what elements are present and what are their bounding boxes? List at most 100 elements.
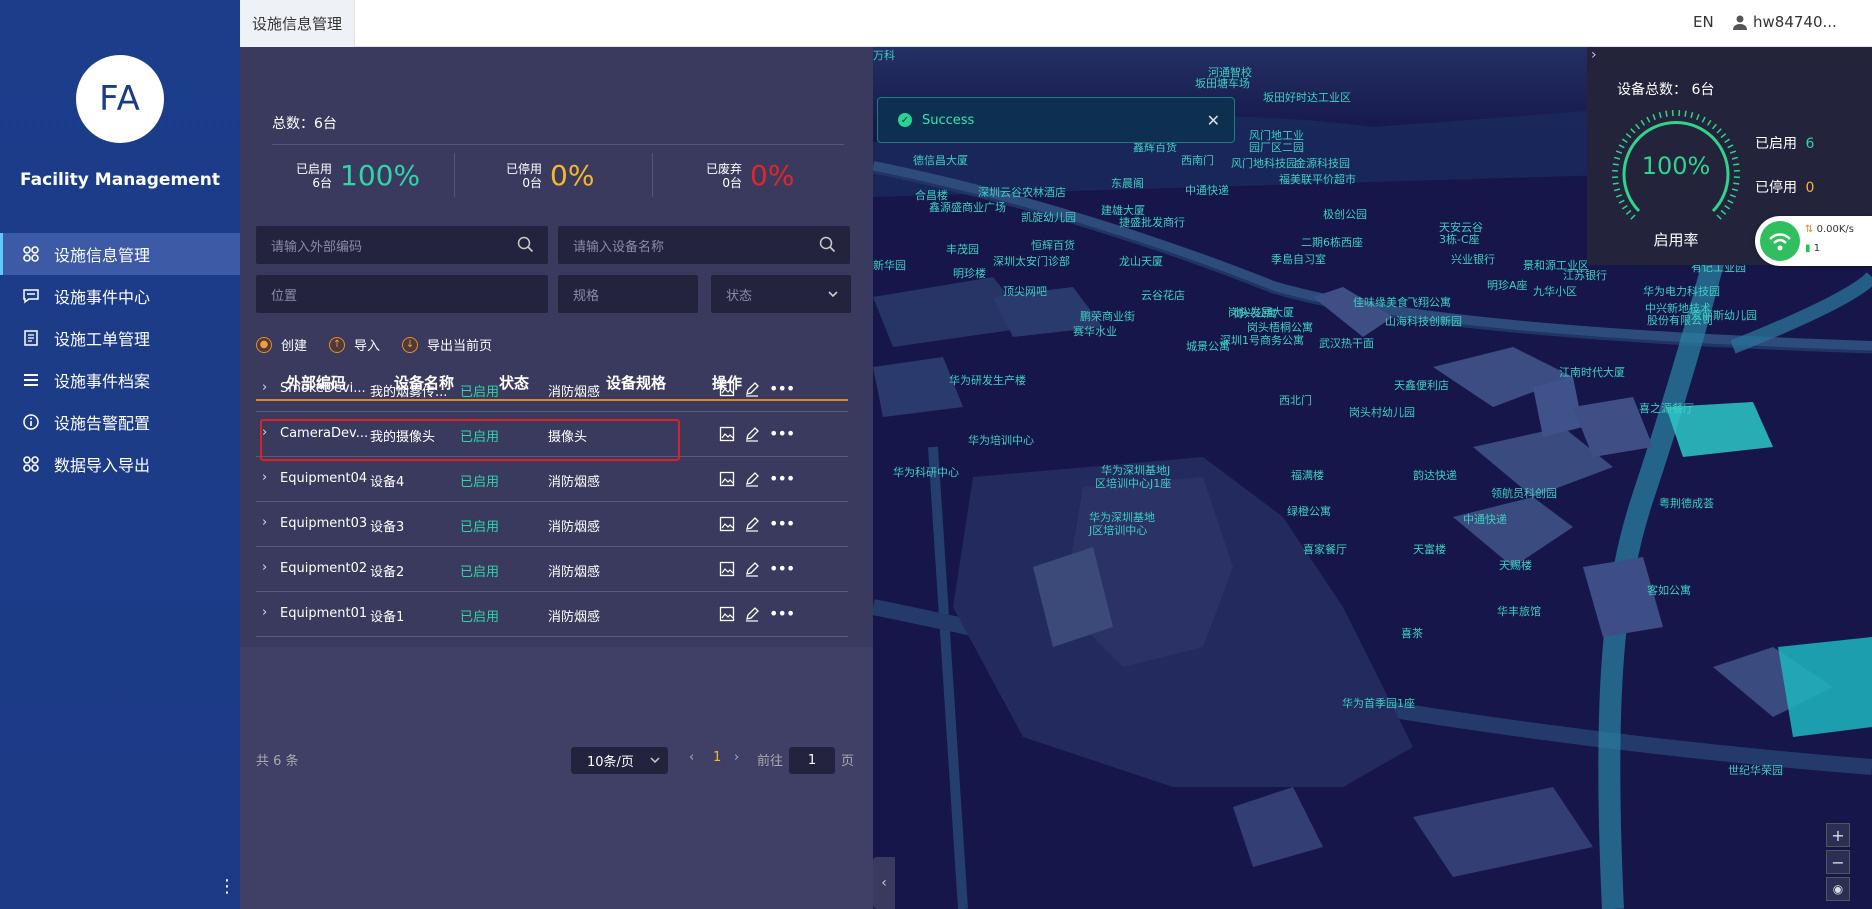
image-icon[interactable] (719, 561, 735, 577)
tab-facility-info[interactable]: 设施信息管理 (240, 0, 356, 47)
edit-icon[interactable] (744, 381, 760, 397)
gauge-tick (1630, 214, 1636, 220)
map-label: 韵达快递 (1413, 469, 1457, 482)
cell-spec: 消防烟感 (548, 610, 601, 625)
table-row[interactable]: › SmokeDevi... 我的烟雾传... 已启用 消防烟感 ••• (256, 367, 848, 412)
expand-icon[interactable]: › (262, 605, 267, 620)
gauge-tick (1720, 209, 1727, 215)
expand-icon[interactable]: › (262, 470, 267, 485)
more-icon[interactable]: ••• (769, 559, 795, 578)
location-input[interactable]: 位置 (256, 275, 548, 313)
close-icon[interactable]: ✕ (1207, 111, 1220, 130)
sidebar-item-data-import-export[interactable]: 数据导入导出 (0, 443, 240, 485)
image-icon[interactable] (719, 426, 735, 442)
search-icon[interactable] (819, 236, 836, 253)
goto-page-input[interactable]: 1 (789, 747, 835, 774)
page-number[interactable]: 1 (713, 750, 721, 765)
table-row[interactable]: › Equipment01 设备1 已启用 消防烟感 ••• (256, 592, 848, 637)
status-select[interactable]: 状态 (711, 275, 851, 313)
map-label: 坂田塘车场 (1195, 77, 1250, 90)
gauge-tick (1625, 133, 1632, 139)
external-code-search-input[interactable]: 请输入外部编码 (256, 226, 548, 264)
legend-label: 已启用 (1755, 136, 1797, 152)
gauge-tick (1630, 128, 1636, 134)
gauge-tick (1646, 116, 1651, 123)
wifi-icon (1760, 221, 1800, 261)
expand-icon[interactable]: › (262, 380, 267, 395)
toast-text: Success (922, 112, 975, 128)
sidebar-item-label: 数据导入导出 (54, 456, 151, 475)
gauge-tick (1621, 204, 1628, 210)
table-row[interactable]: › Equipment04 设备4 已启用 消防烟感 ••• (256, 457, 848, 502)
legend-value: 6 (1805, 136, 1815, 152)
network-speed: ⇅ 0.00K/s (1805, 224, 1854, 235)
chevron-right-icon[interactable]: › (1591, 47, 1597, 63)
map-label: 景和源工业区 (1523, 259, 1589, 272)
sidebar-item-facility-info[interactable]: 设施信息管理 (0, 233, 240, 275)
more-icon[interactable]: ••• (769, 424, 795, 443)
map-label: 福满楼 (1291, 469, 1324, 482)
edit-icon[interactable] (744, 606, 760, 622)
legend-enabled: 已启用 6 (1755, 133, 1814, 153)
map-label: 爱丽斯幼儿园 (1691, 309, 1757, 322)
page-size-select[interactable]: 10条/页 (571, 747, 668, 774)
map-label: 喜家餐厅 (1303, 543, 1347, 556)
stat-label: 已废弃 0台 (706, 161, 743, 190)
locate-icon[interactable]: ◉ (1826, 877, 1850, 901)
zoom-out-button[interactable]: − (1826, 850, 1850, 874)
sidebar-item-alarm-config[interactable]: 设施告警配置 (0, 401, 240, 443)
image-icon[interactable] (719, 516, 735, 532)
chevron-down-icon (650, 757, 660, 764)
image-icon[interactable] (719, 471, 735, 487)
map-label: 华为电力科技园 (1643, 285, 1720, 298)
expand-icon[interactable]: › (262, 515, 267, 530)
grid-icon (22, 245, 40, 263)
stat-value: 0% (550, 159, 595, 192)
sidebar-item-work-order[interactable]: 设施工单管理 (0, 317, 240, 359)
create-button[interactable]: ● 创建 (256, 335, 307, 354)
spec-input[interactable]: 规格 (558, 275, 698, 313)
collapse-panel-button[interactable]: ‹ (873, 857, 895, 909)
image-icon[interactable] (719, 381, 735, 397)
network-widget[interactable]: ⇅ 0.00K/s ▮ 1 (1755, 216, 1872, 266)
edit-icon[interactable] (744, 471, 760, 487)
export-current-page-button[interactable]: ↓ 导出当前页 (402, 335, 492, 354)
cell-spec: 消防烟感 (548, 520, 601, 535)
placeholder: 状态 (726, 288, 753, 304)
image-icon[interactable] (719, 606, 735, 622)
next-page-icon[interactable]: › (734, 750, 739, 765)
table-row[interactable]: › Equipment02 设备2 已启用 消防烟感 ••• (256, 547, 848, 592)
edit-icon[interactable] (744, 561, 760, 577)
more-icon[interactable]: ••• (769, 469, 795, 488)
stat-enabled: 已启用 6台 100% (296, 159, 420, 192)
gauge-tick (1635, 123, 1641, 130)
gauge-tick (1716, 214, 1722, 220)
sidebar-item-event-archive[interactable]: 设施事件档案 (0, 359, 240, 401)
more-icon[interactable]: ••• (769, 604, 795, 623)
gauge-tick (1729, 194, 1737, 198)
gauge-tick (1625, 209, 1632, 215)
table-row[interactable]: › Equipment03 设备3 已启用 消防烟感 ••• (256, 502, 848, 547)
sidebar-item-event-center[interactable]: 设施事件中心 (0, 275, 240, 317)
map-label: 深圳云谷农林酒店 (978, 186, 1066, 199)
more-vertical-icon[interactable]: ⋮ (218, 878, 236, 896)
search-icon[interactable] (517, 236, 534, 253)
device-name-search-input[interactable]: 请输入设备名称 (558, 226, 850, 264)
map-label: 云谷花店 (1141, 289, 1185, 302)
edit-icon[interactable] (744, 516, 760, 532)
map-label: 东晨阁 (1111, 177, 1144, 190)
divider (454, 153, 455, 197)
import-button[interactable]: ↑ 导入 (329, 335, 380, 354)
gauge-tick (1716, 128, 1722, 134)
language-switch[interactable]: EN (1693, 13, 1714, 31)
map-label: 凯旋幼儿园 (1021, 211, 1076, 224)
user-menu[interactable]: hw84740... (1733, 13, 1837, 31)
more-icon[interactable]: ••• (769, 379, 795, 398)
page-size-value: 10条/页 (587, 755, 634, 770)
zoom-in-button[interactable]: + (1826, 823, 1850, 847)
edit-icon[interactable] (744, 426, 760, 442)
expand-icon[interactable]: › (262, 560, 267, 575)
stat-value: 0% (750, 159, 795, 192)
prev-page-icon[interactable]: ‹ (689, 750, 694, 765)
more-icon[interactable]: ••• (769, 514, 795, 533)
